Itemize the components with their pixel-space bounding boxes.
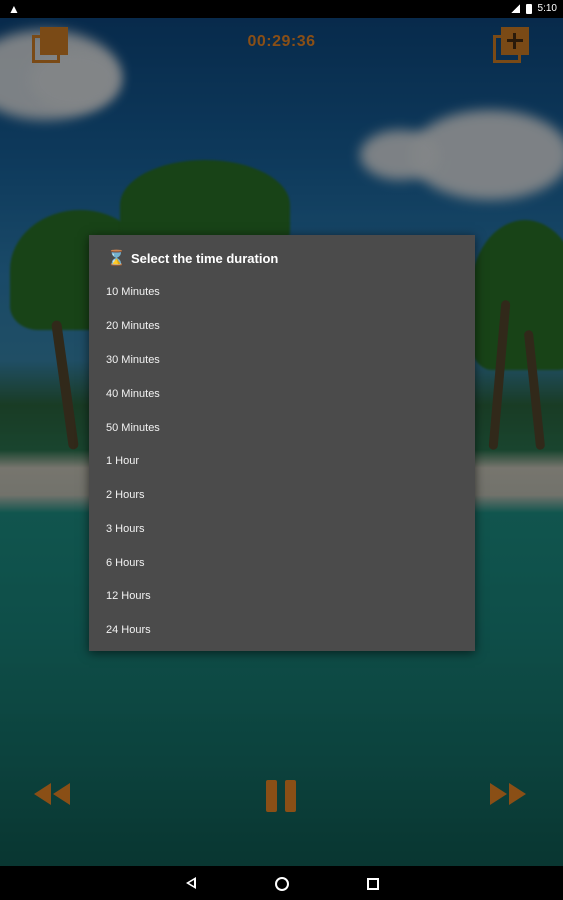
option-40-minutes[interactable]: 40 Minutes bbox=[106, 379, 456, 409]
option-6-hours[interactable]: 6 Hours bbox=[106, 548, 456, 578]
option-20-minutes[interactable]: 20 Minutes bbox=[106, 311, 456, 341]
option-3-hours[interactable]: 3 Hours bbox=[106, 514, 456, 544]
option-24-hours[interactable]: 24 Hours bbox=[106, 615, 456, 645]
dialog-title-text: Select the time duration bbox=[131, 250, 279, 266]
sleep-timer-display: 00:29:36 bbox=[247, 33, 316, 50]
hourglass-icon: ⌛ bbox=[107, 250, 126, 267]
warning-icon: ▲ bbox=[8, 2, 20, 16]
dialog-title: ⌛ Select the time duration bbox=[107, 249, 278, 267]
status-time: 5:10 bbox=[537, 3, 557, 14]
option-30-minutes[interactable]: 30 Minutes bbox=[106, 345, 456, 375]
rewind-icon[interactable] bbox=[34, 783, 70, 810]
option-1-hour[interactable]: 1 Hour bbox=[106, 446, 456, 476]
pause-icon[interactable] bbox=[265, 780, 297, 812]
status-bar: ▲ 5:10 bbox=[0, 0, 563, 18]
nav-recent-icon[interactable] bbox=[367, 878, 379, 890]
option-10-minutes[interactable]: 10 Minutes bbox=[106, 277, 456, 307]
system-nav-bar bbox=[0, 866, 563, 900]
signal-icon bbox=[510, 4, 520, 13]
option-2-hours[interactable]: 2 Hours bbox=[106, 480, 456, 510]
fast-forward-icon[interactable] bbox=[490, 783, 526, 810]
add-to-playlist-icon[interactable] bbox=[493, 27, 531, 65]
battery-icon bbox=[525, 3, 532, 14]
option-12-hours[interactable]: 12 Hours bbox=[106, 581, 456, 611]
time-duration-dialog: ⌛ Select the time duration 10 Minutes 20… bbox=[89, 235, 475, 651]
option-50-minutes[interactable]: 50 Minutes bbox=[106, 413, 456, 443]
nav-back-icon[interactable] bbox=[186, 877, 196, 889]
nav-home-icon[interactable] bbox=[275, 877, 289, 891]
